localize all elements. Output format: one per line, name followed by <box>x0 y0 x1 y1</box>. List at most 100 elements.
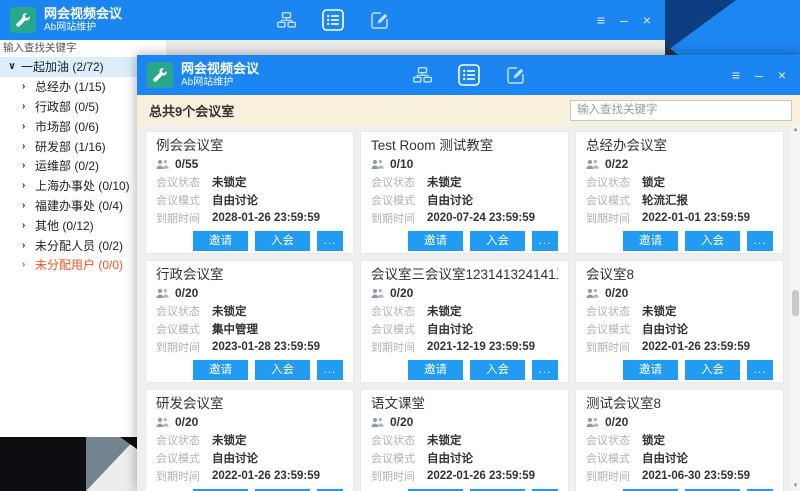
status-label: 会议状态 <box>586 174 642 190</box>
menu-button[interactable]: ≡ <box>597 13 605 27</box>
room-card: 例会会议室 0/55 会议状态未锁定 会议模式自由讨论 到期时间2028-01-… <box>145 131 354 254</box>
tree-node-label: 福建办事处 (0/4) <box>35 197 123 214</box>
chevron-right-icon[interactable]: › <box>22 141 35 152</box>
app-title: 网会视频会议 <box>181 61 259 77</box>
chevron-right-icon[interactable]: › <box>22 220 35 231</box>
invite-button[interactable]: 邀请 <box>408 360 463 380</box>
invite-button[interactable]: 邀请 <box>193 360 248 380</box>
chevron-right-icon[interactable]: › <box>22 259 35 270</box>
front-titlebar-text: 网会视频会议 Ab网站维护 <box>181 61 259 90</box>
tree-node[interactable]: ›上海办事处 (0/10) <box>0 176 137 196</box>
room-list-icon[interactable] <box>458 64 480 86</box>
member-count: 0/20 <box>390 286 413 300</box>
room-name: 研发会议室 <box>156 395 343 413</box>
expire-value: 2021-12-19 23:59:59 <box>427 341 535 353</box>
chevron-right-icon[interactable]: › <box>22 200 35 211</box>
scroll-up-icon[interactable]: ▲ <box>791 125 800 135</box>
app-subtitle: Ab网站维护 <box>44 22 122 35</box>
more-button[interactable]: ... <box>317 360 343 380</box>
join-button[interactable]: 入会 <box>255 360 310 380</box>
mode-label: 会议模式 <box>586 450 642 466</box>
room-search-input[interactable] <box>570 100 792 121</box>
chevron-right-icon[interactable]: › <box>22 101 35 112</box>
join-button[interactable]: 入会 <box>685 360 740 380</box>
mode-value: 自由讨论 <box>642 450 688 466</box>
join-button[interactable]: 入会 <box>470 360 525 380</box>
tree-node[interactable]: ›其他 (0/12) <box>0 215 137 235</box>
chevron-right-icon[interactable]: › <box>22 121 35 132</box>
tree-node[interactable]: ›行政部 (0/5) <box>0 97 137 117</box>
room-name: 语文课堂 <box>371 395 558 413</box>
org-chart-icon[interactable] <box>277 12 296 28</box>
tree-node-label: 未分配用户 (0/0) <box>35 256 123 273</box>
room-name: 会议室8 <box>586 266 773 284</box>
members-icon <box>371 288 384 299</box>
status-value: 未锁定 <box>427 174 462 190</box>
compose-icon[interactable] <box>370 11 389 30</box>
expire-value: 2028-01-26 23:59:59 <box>212 212 320 224</box>
tree-node[interactable]: ›运维部 (0/2) <box>0 156 137 176</box>
minimize-button[interactable]: – <box>755 68 763 82</box>
room-list-icon[interactable] <box>322 9 344 31</box>
compose-icon[interactable] <box>506 66 525 85</box>
summary-bar: 总共9个会议室 <box>137 95 800 125</box>
tree-node-unassigned-users[interactable]: ›未分配用户 (0/0) <box>0 255 137 275</box>
tree-node[interactable]: ›福建办事处 (0/4) <box>0 196 137 216</box>
invite-button[interactable]: 邀请 <box>623 231 678 251</box>
org-chart-icon[interactable] <box>413 67 432 83</box>
scroll-down-icon[interactable]: ▼ <box>791 481 800 491</box>
menu-button[interactable]: ≡ <box>732 68 740 82</box>
status-label: 会议状态 <box>156 432 212 448</box>
tree-node[interactable]: ›未分配人员 (0/2) <box>0 235 137 255</box>
chevron-down-icon[interactable]: ∨ <box>8 61 21 72</box>
mode-value: 自由讨论 <box>427 192 473 208</box>
room-grid: 例会会议室 0/55 会议状态未锁定 会议模式自由讨论 到期时间2028-01-… <box>137 125 800 491</box>
tree-node-root[interactable]: ∨ 一起加油 (2/72) <box>0 57 137 77</box>
join-button[interactable]: 入会 <box>685 231 740 251</box>
more-button[interactable]: ... <box>532 360 558 380</box>
expire-value: 2021-06-30 23:59:59 <box>642 470 750 482</box>
scrollbar-thumb[interactable] <box>792 290 799 316</box>
room-name: 会议室三会议室123141324141三会... <box>371 266 558 284</box>
room-name: 测试会议室8 <box>586 395 773 413</box>
more-button[interactable]: ... <box>532 231 558 251</box>
mode-value: 轮流汇报 <box>642 192 688 208</box>
front-window: 网会视频会议 Ab网站维护 ≡ – × 总共9个会议室 例会会 <box>137 55 800 491</box>
more-button[interactable]: ... <box>317 231 343 251</box>
more-button[interactable]: ... <box>747 231 773 251</box>
chevron-right-icon[interactable]: › <box>22 160 35 171</box>
status-label: 会议状态 <box>586 303 642 319</box>
vertical-scrollbar[interactable]: ▲ ▼ <box>791 125 800 491</box>
members-icon <box>156 288 169 299</box>
expire-label: 到期时间 <box>586 210 642 226</box>
sidebar-search-input[interactable] <box>0 40 166 55</box>
room-card: 总经办会议室 0/22 会议状态锁定 会议模式轮流汇报 到期时间2022-01-… <box>575 131 784 254</box>
join-button[interactable]: 入会 <box>470 231 525 251</box>
invite-button[interactable]: 邀请 <box>193 231 248 251</box>
tree-node-label: 总经办 (1/15) <box>35 78 106 95</box>
status-value: 未锁定 <box>642 303 677 319</box>
minimize-button[interactable]: – <box>620 13 628 27</box>
status-value: 锁定 <box>642 432 665 448</box>
back-toolbar <box>277 9 389 31</box>
close-button[interactable]: × <box>778 68 786 82</box>
more-button[interactable]: ... <box>747 360 773 380</box>
tree-node[interactable]: ›市场部 (0/6) <box>0 116 137 136</box>
room-name: 总经办会议室 <box>586 137 773 155</box>
invite-button[interactable]: 邀请 <box>623 360 678 380</box>
app-title: 网会视频会议 <box>44 6 122 22</box>
chevron-right-icon[interactable]: › <box>22 81 35 92</box>
close-button[interactable]: × <box>643 13 651 27</box>
invite-button[interactable]: 邀请 <box>408 231 463 251</box>
tree-node[interactable]: ›总经办 (1/15) <box>0 77 137 97</box>
member-count: 0/20 <box>605 415 628 429</box>
tree-node[interactable]: ›研发部 (1/16) <box>0 136 137 156</box>
status-label: 会议状态 <box>371 432 427 448</box>
chevron-right-icon[interactable]: › <box>22 180 35 191</box>
mode-label: 会议模式 <box>371 321 427 337</box>
mode-label: 会议模式 <box>156 450 212 466</box>
room-card: 研发会议室 0/20 会议状态未锁定 会议模式自由讨论 到期时间2022-01-… <box>145 389 354 491</box>
join-button[interactable]: 入会 <box>255 231 310 251</box>
expire-label: 到期时间 <box>586 468 642 484</box>
chevron-right-icon[interactable]: › <box>22 240 35 251</box>
